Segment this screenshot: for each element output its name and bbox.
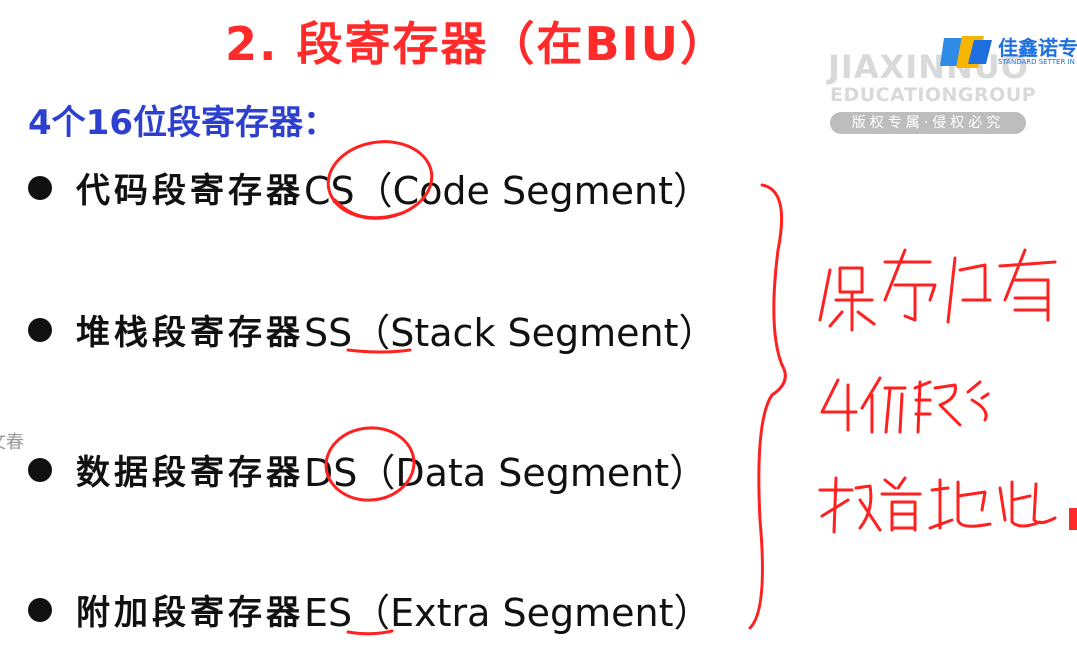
note-line-1 xyxy=(818,248,1057,332)
register-name-cn: 堆栈段寄存器 xyxy=(76,313,304,353)
list-item-cs: 代码段寄存器 CS（Code Segment） xyxy=(28,160,711,215)
bullet-icon xyxy=(28,175,52,200)
register-name-en: SS（Stack Segment） xyxy=(304,311,717,355)
watermark-line2: EDUCATIONGROUP xyxy=(830,84,1037,106)
list-item-ss: 堆栈段寄存器 SS（Stack Segment） xyxy=(28,302,717,357)
list-item-ds: 数据段寄存器 DS（Data Segment） xyxy=(28,442,707,497)
register-name-en: DS（Data Segment） xyxy=(304,451,708,495)
note-line-3 xyxy=(818,476,1057,534)
side-text: 文春 xyxy=(0,432,24,453)
brand-tagline: STANDARD SETTER IN IT xyxy=(998,58,1077,66)
bullet-icon xyxy=(28,317,52,342)
register-name-en: ES（Extra Segment） xyxy=(304,591,712,635)
brand-mark-icon xyxy=(940,36,992,68)
brand-name: 佳鑫诺专 xyxy=(998,36,1077,60)
register-name-en: CS（Code Segment） xyxy=(304,169,712,213)
register-name-cn: 数据段寄存器 xyxy=(76,453,304,493)
note-line-2 xyxy=(820,376,990,434)
red-edge-mark xyxy=(1069,508,1077,530)
bullet-icon xyxy=(28,457,52,482)
brace xyxy=(748,183,787,630)
bullet-icon xyxy=(28,597,52,622)
register-name-cn: 附加段寄存器 xyxy=(76,593,304,633)
list-item-es: 附加段寄存器 ES（Extra Segment） xyxy=(28,582,712,637)
slide-title: 2. 段寄存器（在BIU） xyxy=(225,17,729,71)
register-name-cn: 代码段寄存器 xyxy=(76,171,304,211)
slide-subtitle: 4个16位段寄存器： xyxy=(28,103,337,143)
watermark-badge: 版权专属·侵权必究 xyxy=(830,112,1026,134)
brand-logo: 佳鑫诺专 STANDARD SETTER IN IT xyxy=(940,32,1077,72)
